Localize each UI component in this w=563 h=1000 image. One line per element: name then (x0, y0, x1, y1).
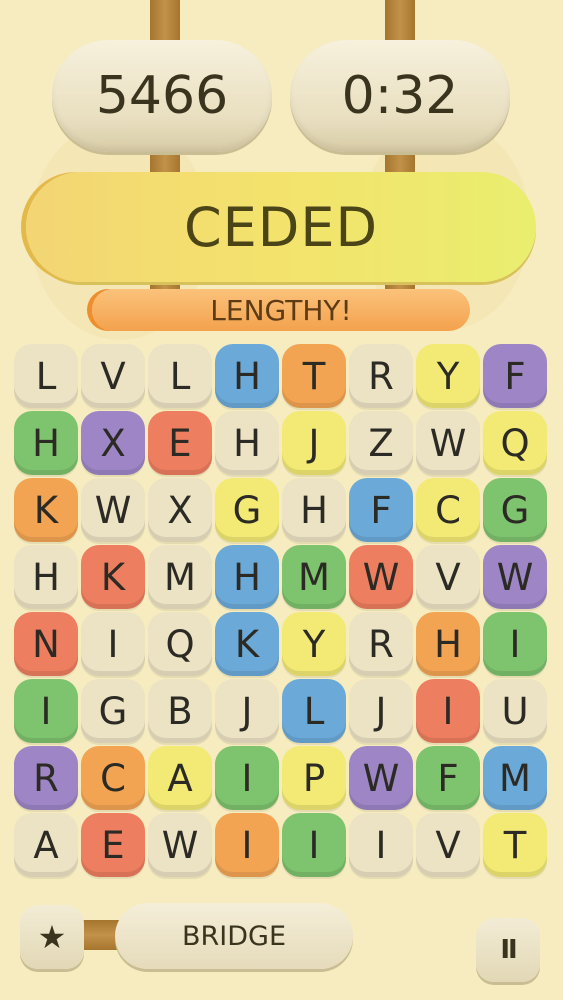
letter-tile[interactable]: A (14, 813, 78, 877)
bonus-word-label: BRIDGE (181, 920, 287, 952)
letter-tile[interactable]: W (349, 545, 413, 609)
feedback-text: LENGTHY! (210, 293, 352, 327)
letter-tile[interactable]: I (282, 813, 346, 877)
letter-tile[interactable]: T (483, 813, 547, 877)
letter-tile[interactable]: G (483, 478, 547, 542)
letter-tile[interactable]: W (416, 411, 480, 475)
letter-tile[interactable]: W (483, 545, 547, 609)
current-word-bar: CEDED (26, 172, 536, 282)
letter-tile[interactable]: F (483, 344, 547, 408)
letter-tile[interactable]: N (14, 612, 78, 676)
letter-tile[interactable]: I (349, 813, 413, 877)
letter-tile[interactable]: X (81, 411, 145, 475)
letter-tile[interactable]: F (349, 478, 413, 542)
letter-tile[interactable]: L (282, 679, 346, 743)
letter-tile[interactable]: G (81, 679, 145, 743)
pause-icon: II (500, 935, 517, 965)
letter-tile[interactable]: X (148, 478, 212, 542)
letter-tile[interactable]: Y (282, 612, 346, 676)
letter-tile[interactable]: V (81, 344, 145, 408)
letter-tile[interactable]: I (215, 746, 279, 810)
letter-tile[interactable]: Q (148, 612, 212, 676)
letter-tile[interactable]: H (215, 344, 279, 408)
letter-tile[interactable]: H (215, 411, 279, 475)
letter-tile[interactable]: V (416, 813, 480, 877)
letter-tile[interactable]: J (349, 679, 413, 743)
letter-tile[interactable]: R (14, 746, 78, 810)
current-word: CEDED (183, 195, 379, 259)
letter-tile[interactable]: I (215, 813, 279, 877)
letter-tile[interactable]: E (81, 813, 145, 877)
letter-tile[interactable]: F (416, 746, 480, 810)
letter-grid: LVLHTRYFHXEHJZWQKWXGHFCGHKMHMWVWNIQKYRHI… (14, 344, 550, 884)
letter-tile[interactable]: R (349, 344, 413, 408)
letter-tile[interactable]: Y (416, 344, 480, 408)
letter-tile[interactable]: Z (349, 411, 413, 475)
letter-tile[interactable]: E (148, 411, 212, 475)
letter-tile[interactable]: H (14, 411, 78, 475)
letter-tile[interactable]: K (14, 478, 78, 542)
letter-tile[interactable]: H (215, 545, 279, 609)
score-value: 5466 (95, 66, 229, 126)
letter-tile[interactable]: H (14, 545, 78, 609)
feedback-banner: LENGTHY! (92, 289, 470, 331)
letter-tile[interactable]: M (148, 545, 212, 609)
letter-tile[interactable]: I (14, 679, 78, 743)
letter-tile[interactable]: L (148, 344, 212, 408)
letter-tile[interactable]: K (215, 612, 279, 676)
letter-tile[interactable]: P (282, 746, 346, 810)
letter-tile[interactable]: J (215, 679, 279, 743)
bonus-word-button[interactable]: BRIDGE (115, 903, 353, 969)
letter-tile[interactable]: J (282, 411, 346, 475)
letter-tile[interactable]: T (282, 344, 346, 408)
letter-tile[interactable]: W (81, 478, 145, 542)
letter-tile[interactable]: H (282, 478, 346, 542)
letter-tile[interactable]: G (215, 478, 279, 542)
timer-value: 0:32 (341, 66, 459, 126)
star-button[interactable]: ★ (20, 905, 84, 969)
letter-tile[interactable]: I (81, 612, 145, 676)
letter-tile[interactable]: I (416, 679, 480, 743)
letter-tile[interactable]: L (14, 344, 78, 408)
letter-tile[interactable]: Q (483, 411, 547, 475)
letter-tile[interactable]: A (148, 746, 212, 810)
letter-tile[interactable]: M (282, 545, 346, 609)
letter-tile[interactable]: C (81, 746, 145, 810)
letter-tile[interactable]: U (483, 679, 547, 743)
pause-button[interactable]: II (476, 918, 540, 982)
star-icon: ★ (37, 918, 67, 956)
letter-tile[interactable]: C (416, 478, 480, 542)
timer-display: 0:32 (290, 40, 510, 152)
letter-tile[interactable]: M (483, 746, 547, 810)
score-display: 5466 (52, 40, 272, 152)
letter-tile[interactable]: W (148, 813, 212, 877)
letter-tile[interactable]: B (148, 679, 212, 743)
letter-tile[interactable]: K (81, 545, 145, 609)
letter-tile[interactable]: I (483, 612, 547, 676)
letter-tile[interactable]: R (349, 612, 413, 676)
letter-tile[interactable]: V (416, 545, 480, 609)
letter-tile[interactable]: W (349, 746, 413, 810)
letter-tile[interactable]: H (416, 612, 480, 676)
